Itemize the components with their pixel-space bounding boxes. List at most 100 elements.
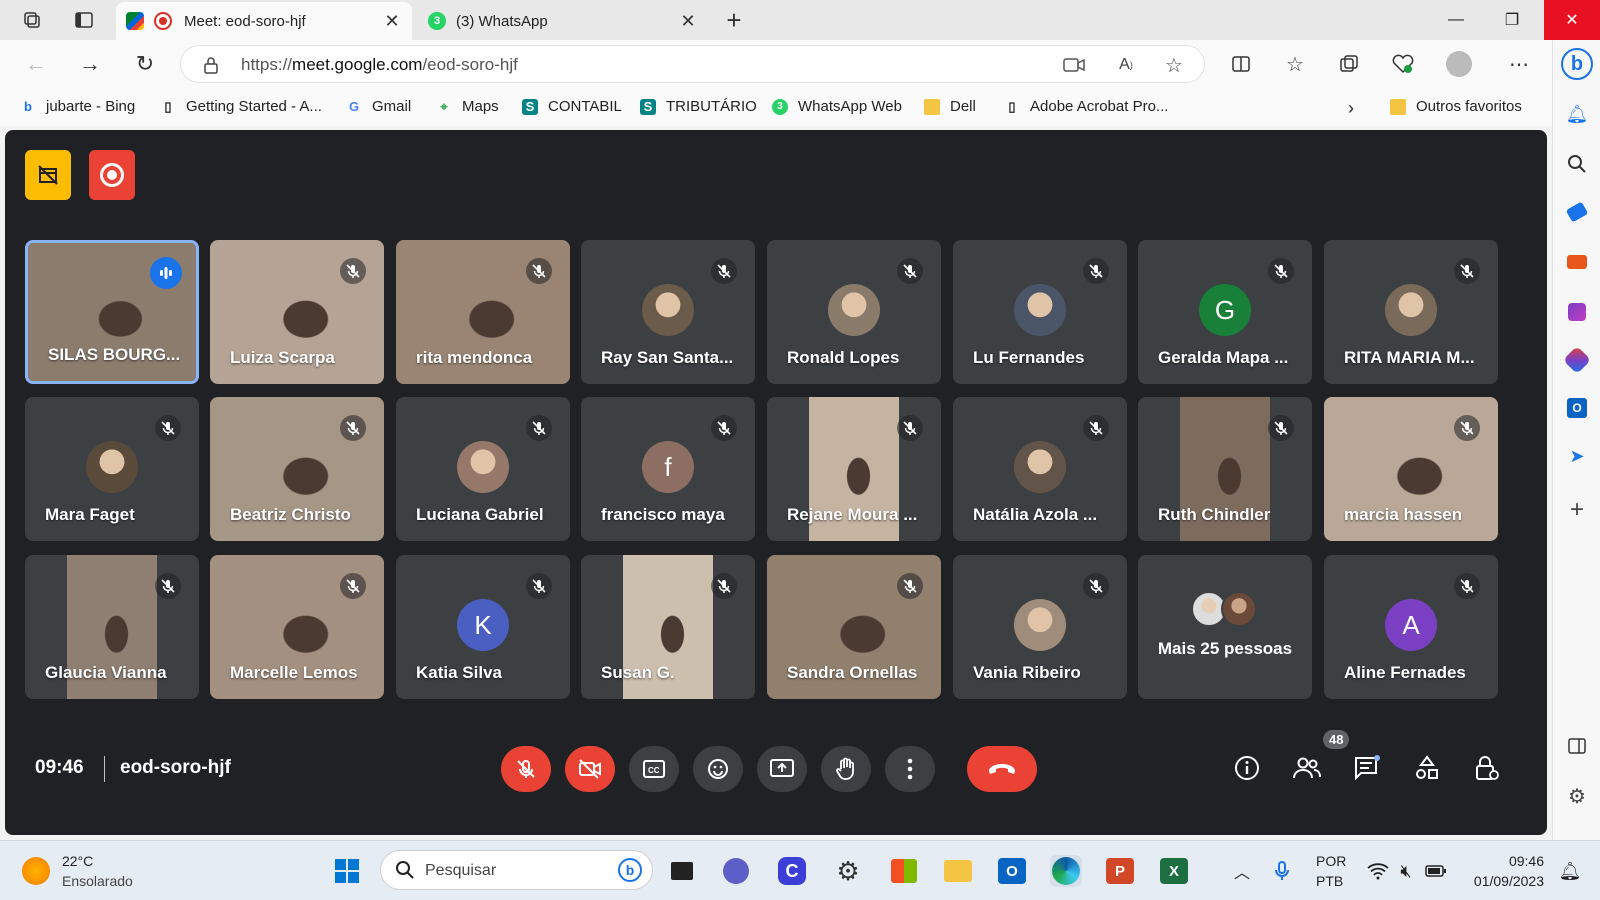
- participant-tile[interactable]: Rejane Moura ...: [767, 397, 941, 541]
- bookmark-tributario[interactable]: S TRIBUTÁRIO: [640, 98, 757, 115]
- raise-hand-button[interactable]: [821, 746, 871, 792]
- send-icon[interactable]: ➤: [1565, 444, 1589, 468]
- participant-tile[interactable]: Luciana Gabriel: [396, 397, 570, 541]
- windows-start-icon[interactable]: [331, 855, 363, 887]
- participant-tile[interactable]: Lu Fernandes: [953, 240, 1127, 384]
- activities-icon[interactable]: [1409, 750, 1445, 786]
- add-sidebar-app-icon[interactable]: +: [1565, 496, 1589, 523]
- excel-icon[interactable]: X: [1158, 855, 1190, 887]
- bookmark-other-favorites[interactable]: Outros favoritos: [1390, 98, 1522, 115]
- bookmark-adobe-acrobat[interactable]: ▯ Adobe Acrobat Pro...: [1004, 98, 1168, 115]
- teams-chat-icon[interactable]: [720, 855, 752, 887]
- participant-tile[interactable]: SILAS BOURG...: [25, 240, 199, 384]
- participant-tile[interactable]: marcia hassen: [1324, 397, 1498, 541]
- edge-browser-icon[interactable]: [1050, 855, 1082, 887]
- collections-icon[interactable]: [1336, 51, 1362, 77]
- participant-tile[interactable]: Marcelle Lemos: [210, 555, 384, 699]
- browser-essentials-icon[interactable]: [1390, 51, 1416, 77]
- participant-tile[interactable]: Luiza Scarpa: [210, 240, 384, 384]
- more-participants-tile[interactable]: Mais 25 pessoas: [1138, 555, 1312, 699]
- forward-icon[interactable]: →: [76, 50, 104, 78]
- microphone-icon[interactable]: [1266, 855, 1298, 887]
- notifications-bell-icon[interactable]: 🔔︎: [1554, 855, 1586, 887]
- clock-time[interactable]: 09:46: [1478, 853, 1544, 869]
- more-options-button[interactable]: [885, 746, 935, 792]
- bookmark-whatsapp-web[interactable]: 3 WhatsApp Web: [772, 98, 902, 115]
- leave-call-button[interactable]: [967, 746, 1037, 792]
- profile-avatar[interactable]: [1446, 51, 1472, 77]
- sidebar-toggle-icon[interactable]: [1565, 734, 1589, 758]
- camera-toggle-button[interactable]: [565, 746, 615, 792]
- tab-actions-icon[interactable]: [72, 8, 96, 32]
- microphone-toggle-button[interactable]: [501, 746, 551, 792]
- keyboard-layout[interactable]: PTB: [1316, 873, 1343, 889]
- participant-tile[interactable]: K Katia Silva: [396, 555, 570, 699]
- tab-meet[interactable]: Meet: eod-soro-hjf ✕: [116, 2, 412, 40]
- keyboard-language[interactable]: POR: [1316, 853, 1346, 869]
- people-icon[interactable]: [1289, 750, 1325, 786]
- close-tab-icon[interactable]: ✕: [382, 11, 402, 32]
- powerpoint-icon[interactable]: P: [1104, 855, 1136, 887]
- participant-tile[interactable]: Ronald Lopes: [767, 240, 941, 384]
- battery-icon[interactable]: [1420, 855, 1452, 887]
- bookmark-getting-started[interactable]: ▯ Getting Started - A...: [160, 98, 321, 115]
- search-icon[interactable]: [1565, 152, 1589, 176]
- tools-toolbox-icon[interactable]: [1565, 250, 1589, 274]
- host-controls-lock-icon[interactable]: [1469, 750, 1505, 786]
- participant-tile[interactable]: Sandra Ornellas: [767, 555, 941, 699]
- games-icon[interactable]: [1565, 300, 1589, 324]
- bookmarks-overflow-chevron-icon[interactable]: ›: [1348, 98, 1354, 119]
- volume-muted-icon[interactable]: 🔇︎: [1390, 855, 1422, 887]
- minimize-icon[interactable]: —: [1428, 0, 1484, 40]
- notifications-bell-icon[interactable]: 🔔︎: [1565, 102, 1589, 126]
- participant-tile[interactable]: f francisco maya: [581, 397, 755, 541]
- weather-sun-icon[interactable]: [22, 857, 50, 885]
- bookmark-jubarte[interactable]: b jubarte - Bing: [20, 98, 135, 115]
- shopping-tag-icon[interactable]: [1565, 200, 1589, 224]
- lock-icon[interactable]: [203, 56, 219, 79]
- file-explorer-icon[interactable]: [942, 855, 974, 887]
- no-recording-permission-icon[interactable]: [25, 150, 71, 200]
- participant-tile[interactable]: rita mendonca: [396, 240, 570, 384]
- participant-tile[interactable]: Beatriz Christo: [210, 397, 384, 541]
- participant-tile[interactable]: Natália Azola ...: [953, 397, 1127, 541]
- captions-button[interactable]: CC: [629, 746, 679, 792]
- participant-tile[interactable]: RITA MARIA M...: [1324, 240, 1498, 384]
- microsoft-store-icon[interactable]: [888, 855, 920, 887]
- settings-gear-icon[interactable]: ⚙: [1565, 784, 1589, 808]
- outlook-icon[interactable]: O: [996, 855, 1028, 887]
- clock-date[interactable]: 01/09/2023: [1464, 873, 1544, 889]
- participant-tile[interactable]: Ruth Chindler: [1138, 397, 1312, 541]
- bookmark-maps[interactable]: ⌖ Maps: [436, 98, 498, 115]
- more-options-icon[interactable]: ⋯: [1506, 51, 1532, 77]
- outlook-icon[interactable]: O: [1565, 396, 1589, 420]
- chat-icon[interactable]: [1349, 750, 1385, 786]
- participant-tile[interactable]: A Aline Fernades: [1324, 555, 1498, 699]
- reload-icon[interactable]: ↻: [131, 50, 159, 78]
- settings-gear-icon[interactable]: ⚙: [832, 855, 864, 887]
- favorite-star-icon[interactable]: ☆: [1163, 54, 1185, 77]
- present-screen-button[interactable]: [757, 746, 807, 792]
- bing-copilot-icon[interactable]: b: [1561, 48, 1593, 80]
- close-tab-icon[interactable]: ✕: [678, 11, 698, 32]
- new-tab-icon[interactable]: +: [722, 5, 746, 35]
- split-screen-icon[interactable]: [1228, 51, 1254, 77]
- address-bar[interactable]: https://meet.google.com/eod-soro-hjf A) …: [180, 45, 1205, 83]
- reactions-emoji-button[interactable]: [693, 746, 743, 792]
- participant-tile[interactable]: G Geralda Mapa ...: [1138, 240, 1312, 384]
- participant-tile[interactable]: Ray San Santa...: [581, 240, 755, 384]
- favorites-icon[interactable]: ☆: [1282, 51, 1308, 77]
- participant-tile[interactable]: Vania Ribeiro: [953, 555, 1127, 699]
- restore-icon[interactable]: ❐: [1484, 0, 1540, 40]
- camera-permission-icon[interactable]: [1063, 54, 1085, 76]
- recording-indicator-icon[interactable]: [89, 150, 135, 200]
- close-window-icon[interactable]: ✕: [1544, 0, 1600, 40]
- show-hidden-icons-chevron-icon[interactable]: ︿: [1226, 855, 1258, 887]
- task-view-icon[interactable]: [666, 855, 698, 887]
- bookmark-gmail[interactable]: G Gmail: [346, 98, 411, 115]
- workspaces-icon[interactable]: [20, 8, 44, 32]
- microsoft-365-icon[interactable]: [1562, 345, 1592, 375]
- bookmark-contabil[interactable]: S CONTABIL: [522, 98, 622, 115]
- participant-tile[interactable]: Glaucia Vianna: [25, 555, 199, 699]
- tab-whatsapp[interactable]: 3 (3) WhatsApp ✕: [418, 2, 708, 40]
